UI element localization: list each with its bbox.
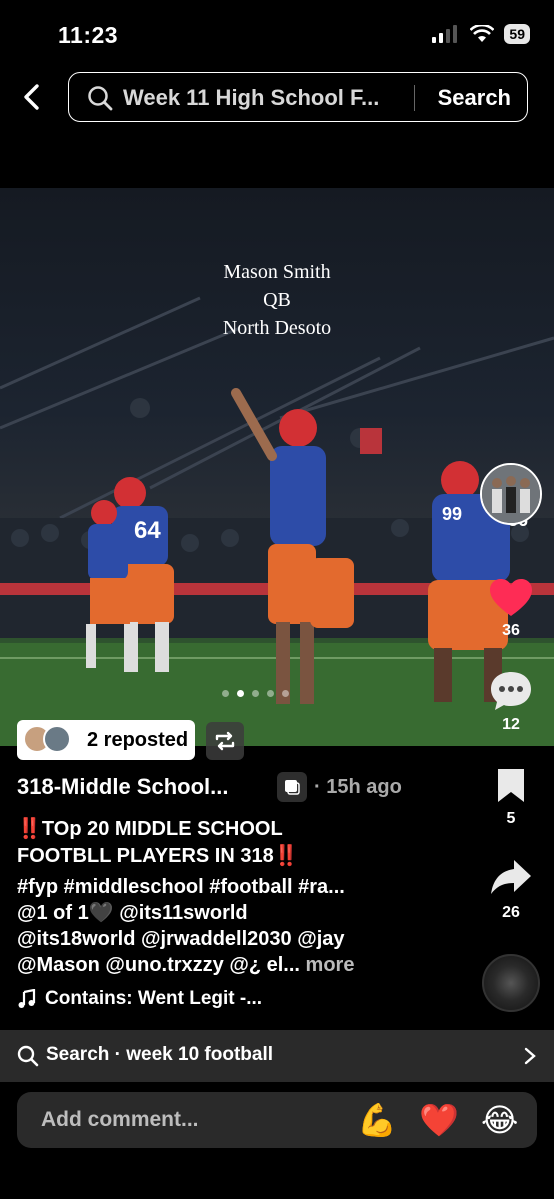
caption-title-line1: ‼️TOp 20 MIDDLE SCHOOL	[17, 818, 283, 840]
repost-button[interactable]	[206, 722, 244, 760]
more-link[interactable]: more	[306, 954, 355, 976]
music-info[interactable]: Contains: Went Legit -...	[17, 988, 262, 1010]
cellular-signal-icon	[432, 25, 458, 43]
search-divider	[414, 85, 415, 111]
back-arrow-icon[interactable]	[18, 82, 48, 112]
chevron-right-icon	[524, 1047, 536, 1065]
carousel-dot	[222, 690, 229, 697]
reposted-label: 2 reposted	[87, 728, 189, 751]
caption-mentions-3-wrap: @Mason @uno.trxzzy @¿ el... more	[17, 952, 447, 978]
search-button[interactable]: Search	[438, 85, 511, 111]
status-icons: 59	[432, 24, 530, 44]
copy-icon	[285, 780, 300, 795]
bookmark-icon[interactable]	[495, 766, 527, 804]
search-query-text[interactable]: Week 11 High School F...	[123, 85, 423, 111]
caption-mentions-1: @1 of 1🖤 @its11sworld	[17, 902, 248, 924]
avatar-photo-icon	[482, 465, 540, 523]
carousel-dot	[252, 690, 259, 697]
like-count: 36	[502, 622, 520, 639]
caption-title-line2: FOOTBLL PLAYERS IN 318‼️	[17, 845, 299, 867]
caption-body[interactable]: #fyp #middleschool #football #ra... @1 o…	[17, 874, 447, 978]
emoji-flexed-biceps[interactable]: 💪	[357, 1101, 397, 1139]
battery-indicator: 59	[504, 24, 530, 44]
related-search-label: Search · week 10 football	[46, 1044, 274, 1065]
music-title: Contains: Went Legit -...	[45, 988, 263, 1009]
comment-input[interactable]: Add comment... 💪 ❤️ 😂	[17, 1092, 537, 1148]
carousel-dot	[282, 690, 289, 697]
overlay-school: North Desoto	[222, 317, 332, 339]
search-box[interactable]: Week 11 High School F... Search	[68, 72, 528, 122]
comment-icon[interactable]	[489, 670, 533, 712]
search-icon	[17, 1045, 39, 1067]
caption-hashtags: #fyp #middleschool #football #ra...	[17, 876, 345, 898]
share-arrow-icon[interactable]	[490, 858, 532, 896]
save-count: 5	[506, 810, 516, 827]
reposter-avatars	[23, 725, 79, 755]
emoji-tears-of-joy[interactable]: 😂	[481, 1101, 518, 1139]
reposted-chip[interactable]: 2 reposted	[17, 720, 195, 760]
status-time: 11:23	[58, 22, 119, 48]
carousel-dots	[222, 690, 289, 697]
emoji-red-heart[interactable]: ❤️	[419, 1101, 459, 1139]
repost-icon	[215, 731, 235, 751]
comment-placeholder[interactable]: Add comment...	[41, 1108, 199, 1132]
caption-title: ‼️TOp 20 MIDDLE SCHOOL FOOTBLL PLAYERS I…	[17, 816, 377, 870]
caption-mentions-2: @its18world @jrwaddell2030 @jay	[17, 928, 345, 950]
avatar	[43, 725, 71, 753]
jersey-number-64: 64	[134, 517, 161, 544]
search-icon	[88, 86, 113, 111]
share-count: 26	[502, 904, 520, 921]
overlay-player-name: Mason Smith	[223, 261, 331, 283]
duet-stitch-icon[interactable]	[277, 772, 307, 802]
post-time-ago: · 15h ago	[314, 776, 402, 798]
carousel-dot-active	[237, 690, 244, 697]
creator-avatar[interactable]	[480, 463, 542, 525]
music-disc-avatar[interactable]	[482, 954, 540, 1012]
comment-count: 12	[502, 716, 520, 733]
related-search-bar[interactable]: Search · week 10 football	[0, 1030, 554, 1082]
overlay-position: QB	[263, 289, 291, 311]
wifi-icon	[470, 25, 495, 42]
jersey-number-99: 99	[442, 504, 462, 524]
music-note-icon	[18, 989, 36, 1008]
heart-icon[interactable]	[489, 578, 533, 618]
carousel-dot	[267, 690, 274, 697]
caption-mentions-3: @Mason @uno.trxzzy @¿ el...	[17, 954, 300, 976]
author-name[interactable]: 318-Middle School...	[17, 774, 228, 800]
